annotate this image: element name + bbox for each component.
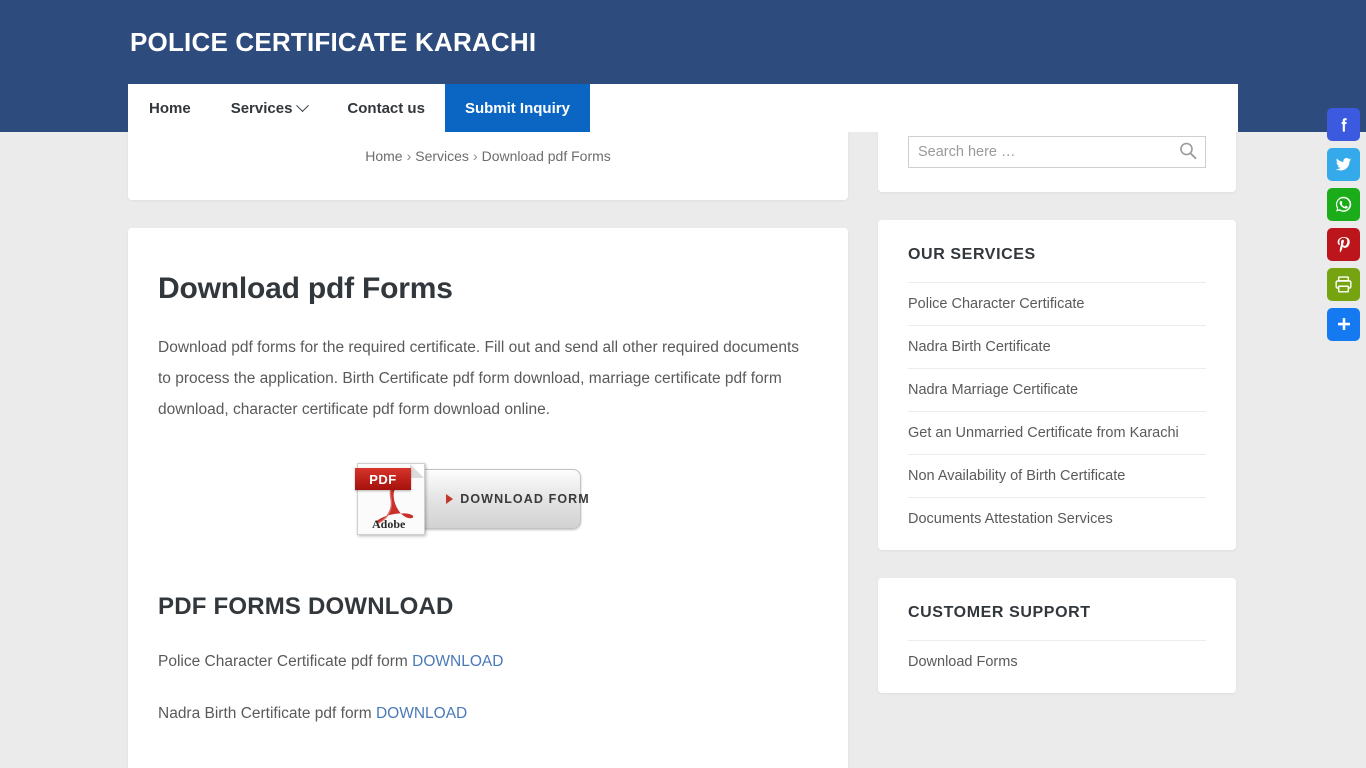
main-column: Home › Services › Download pdf Forms Downloa… (128, 112, 848, 768)
nav-strip: Home Services Contact us Submit Inquiry (0, 84, 1366, 132)
download-line: Police Character Certificate pdf form DO… (158, 653, 818, 671)
site-header: POLICE CERTIFICATE KARACHI (0, 0, 1366, 84)
section-heading: PDF FORMS DOWNLOAD (158, 593, 454, 620)
nav-item-services[interactable]: Services (211, 84, 328, 132)
pinterest-icon (1337, 236, 1350, 253)
breadcrumb: Home › Services › Download pdf Forms (365, 148, 611, 164)
sidebar-link-police-character-certificate[interactable]: Police Character Certificate (908, 283, 1206, 325)
nav-label: Contact us (347, 99, 425, 117)
share-more-button[interactable] (1327, 308, 1360, 341)
play-triangle-icon (446, 494, 454, 504)
sidebar-link-nadra-birth-certificate[interactable]: Nadra Birth Certificate (908, 326, 1206, 368)
sidebar-link-unmarried-certificate[interactable]: Get an Unmarried Certificate from Karach… (908, 412, 1206, 454)
download-link[interactable]: DOWNLOAD (376, 705, 467, 722)
widget-title: OUR SERVICES (908, 246, 1036, 263)
sidebar-link-documents-attestation[interactable]: Documents Attestation Services (908, 498, 1206, 540)
download-form-button[interactable]: DOWNLOAD FORM (413, 469, 589, 529)
page-container: Home › Services › Download pdf Forms Downloa… (128, 84, 1238, 768)
list-item: Non Availability of Birth Certificate (908, 454, 1206, 497)
brand-wrap: POLICE CERTIFICATE KARACHI (128, 0, 1238, 84)
site-title: POLICE CERTIFICATE KARACHI (130, 26, 537, 57)
print-icon (1335, 276, 1352, 293)
sidebar-link-nadra-marriage-certificate[interactable]: Nadra Marriage Certificate (908, 369, 1206, 411)
nav-label: Services (230, 99, 293, 117)
nav-item-home[interactable]: Home (128, 84, 211, 132)
search-icon (1180, 142, 1197, 159)
breadcrumb-item-home[interactable]: Home (365, 148, 402, 164)
list-item: Get an Unmarried Certificate from Karach… (908, 411, 1206, 454)
download-form-button-label: DOWNLOAD FORM (460, 492, 590, 506)
nav-label: Home (149, 99, 191, 117)
widget-title: CUSTOMER SUPPORT (908, 604, 1091, 621)
download-line: Nadra Birth Certificate pdf form DOWNLOA… (158, 705, 818, 723)
list-item: Nadra Birth Certificate (908, 325, 1206, 368)
customer-support-widget: CUSTOMER SUPPORT Download Forms (878, 578, 1236, 693)
list-item: Police Character Certificate (908, 282, 1206, 325)
plus-icon (1337, 317, 1350, 330)
nav-label: Submit Inquiry (464, 99, 570, 117)
sidebar-link-download-forms[interactable]: Download Forms (908, 641, 1206, 683)
search-row (908, 136, 1206, 168)
search-button[interactable] (1176, 140, 1200, 164)
list-item: Nadra Marriage Certificate (908, 368, 1206, 411)
download-form-badge[interactable]: DOWNLOAD FORM Adobe PDF (355, 463, 589, 535)
adobe-wordmark: Adobe (372, 517, 406, 531)
pdf-badge-wrap: DOWNLOAD FORM Adobe PDF (158, 463, 818, 535)
download-line-text: Police Character Certificate pdf form (158, 653, 408, 670)
article-intro: Download pdf forms for the required cert… (158, 339, 800, 418)
whatsapp-icon (1335, 196, 1352, 212)
breadcrumb-separator: › (406, 148, 412, 164)
download-link[interactable]: DOWNLOAD (412, 653, 503, 670)
facebook-icon (1341, 117, 1347, 132)
share-twitter-button[interactable] (1327, 148, 1360, 181)
breadcrumb-item-current: Download pdf Forms (481, 148, 611, 164)
list-item: Download Forms (908, 640, 1206, 683)
share-facebook-button[interactable] (1327, 108, 1360, 141)
breadcrumb-separator: › (472, 148, 478, 164)
share-whatsapp-button[interactable] (1327, 188, 1360, 221)
share-print-button[interactable] (1327, 268, 1360, 301)
main-navigation: Home Services Contact us Submit Inquiry (128, 84, 1238, 132)
twitter-icon (1335, 157, 1352, 171)
services-list: Police Character Certificate Nadra Birth… (908, 282, 1206, 540)
article-card: Download pdf Forms Download pdf forms fo… (128, 228, 848, 768)
search-input[interactable] (908, 136, 1206, 168)
share-pinterest-button[interactable] (1327, 228, 1360, 261)
chevron-down-icon (296, 98, 310, 112)
social-share-rail (1327, 108, 1360, 341)
list-item: Documents Attestation Services (908, 497, 1206, 540)
pdf-label: PDF (355, 468, 411, 490)
download-line-text: Nadra Birth Certificate pdf form (158, 705, 372, 722)
sidebar: OUR SERVICES Police Character Certificat… (878, 112, 1236, 721)
support-list: Download Forms (908, 640, 1206, 683)
nav-item-contact-us[interactable]: Contact us (327, 84, 445, 132)
nav-item-submit-inquiry[interactable]: Submit Inquiry (444, 84, 590, 132)
sidebar-link-non-availability-birth-certificate[interactable]: Non Availability of Birth Certificate (908, 455, 1206, 497)
page-title: Download pdf Forms (158, 272, 453, 305)
breadcrumb-item-services[interactable]: Services (415, 148, 469, 164)
our-services-widget: OUR SERVICES Police Character Certificat… (878, 220, 1236, 550)
